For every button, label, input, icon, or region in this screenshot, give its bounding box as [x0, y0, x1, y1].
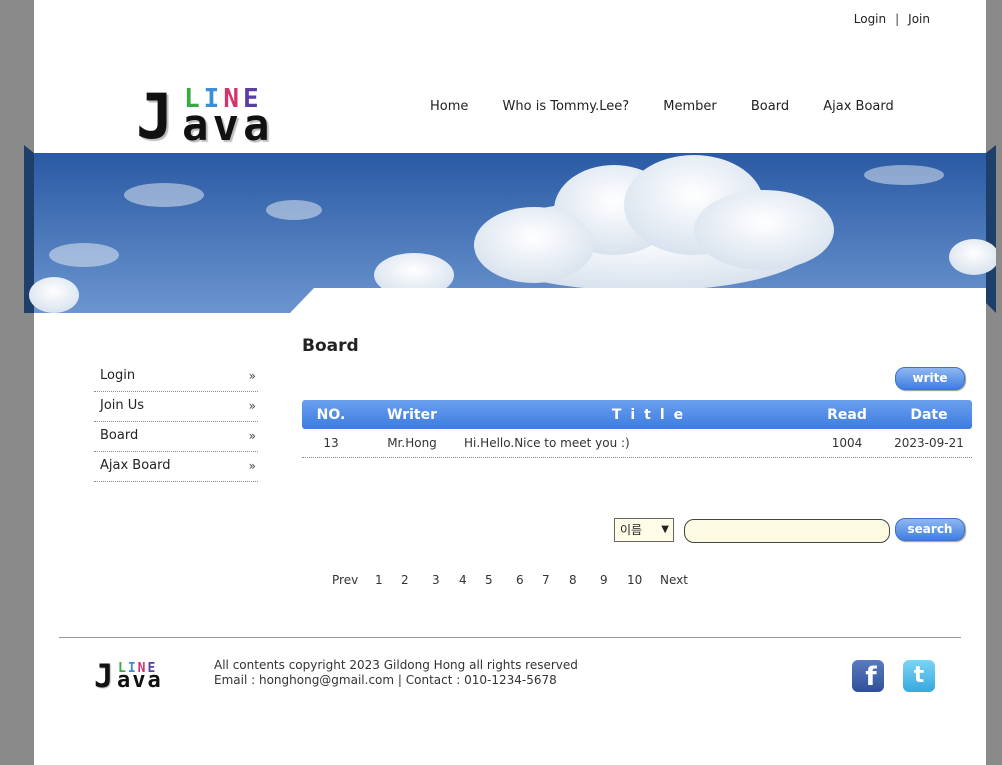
page-link[interactable]: 8: [569, 573, 577, 587]
sidebar-item-login[interactable]: Login »: [94, 362, 258, 392]
page-title: Board: [302, 336, 359, 356]
double-chevron-right-icon: »: [248, 399, 256, 413]
main-nav: Home Who is Tommy.Lee? Member Board Ajax…: [430, 99, 924, 114]
sidebar-item-ajax-board[interactable]: Ajax Board »: [94, 452, 258, 482]
sidebar-item-label: Login: [100, 368, 136, 383]
double-chevron-right-icon: »: [248, 369, 256, 383]
page-link[interactable]: 10: [627, 573, 642, 587]
page-link[interactable]: 7: [542, 573, 550, 587]
copyright-text: All contents copyright 2023 Gildong Hong…: [214, 658, 578, 672]
column-header-writer: Writer: [387, 407, 437, 423]
nav-ajax-board[interactable]: Ajax Board: [823, 99, 894, 114]
nav-member[interactable]: Member: [663, 99, 716, 114]
page-link[interactable]: 1: [375, 573, 383, 587]
page-link[interactable]: 3: [432, 573, 440, 587]
page: Login | Join J LINE ava Home Who is Tommy.…: [24, 0, 996, 765]
sidebar-item-label: Join Us: [100, 398, 145, 413]
cell-read: 1004: [831, 436, 863, 450]
board-table: NO. Writer Title Read Date 13 Mr.Hong Hi…: [302, 400, 972, 458]
cell-date: 2023-09-21: [894, 436, 964, 450]
nav-board[interactable]: Board: [751, 99, 789, 114]
sidebar-item-label: Ajax Board: [100, 458, 171, 473]
table-header: NO. Writer Title Read Date: [302, 400, 972, 429]
search-field-select-value: 이름: [620, 523, 643, 537]
cell-no: 13: [323, 436, 339, 450]
facebook-glyph: f: [865, 662, 877, 692]
write-button[interactable]: write: [895, 367, 965, 390]
cell-title-link[interactable]: Hi.Hello.Nice to meet you :): [462, 429, 844, 457]
cell-writer: Mr.Hong: [387, 436, 437, 450]
sidebar: Login » Join Us » Board » Ajax Board »: [94, 362, 258, 482]
sidebar-item-label: Board: [100, 428, 139, 443]
search-button[interactable]: search: [895, 518, 965, 541]
table-row[interactable]: 13 Mr.Hong Hi.Hello.Nice to meet you :) …: [302, 429, 972, 458]
chevron-down-icon: ▼: [661, 524, 669, 535]
sky-banner: [24, 145, 996, 313]
login-link[interactable]: Login: [854, 12, 886, 26]
page-link[interactable]: 6: [516, 573, 524, 587]
search-input[interactable]: [684, 519, 890, 543]
top-links-separator: |: [895, 12, 900, 26]
twitter-glyph: t: [913, 663, 925, 688]
nav-home[interactable]: Home: [430, 99, 468, 114]
facebook-icon[interactable]: f: [852, 660, 884, 692]
double-chevron-right-icon: »: [248, 459, 256, 473]
page-link[interactable]: 5: [485, 573, 493, 587]
page-link[interactable]: 4: [459, 573, 467, 587]
twitter-icon[interactable]: t: [903, 660, 935, 692]
footer-info: All contents copyright 2023 Gildong Hong…: [214, 658, 578, 688]
column-header-read: Read: [827, 407, 867, 423]
column-header-no: NO.: [316, 407, 346, 423]
page-link[interactable]: 9: [600, 573, 608, 587]
sidebar-item-board[interactable]: Board »: [94, 422, 258, 452]
page-link[interactable]: 2: [401, 573, 409, 587]
logo-j: J: [136, 80, 174, 153]
sky-banner-image: [24, 145, 996, 313]
footer-divider: [59, 637, 961, 638]
footer-logo: J LINE ava: [94, 660, 174, 694]
logo-j: J: [94, 657, 114, 695]
column-header-title: Title: [611, 407, 693, 423]
page-next-link[interactable]: Next: [660, 573, 688, 587]
sidebar-item-join-us[interactable]: Join Us »: [94, 392, 258, 422]
double-chevron-right-icon: »: [248, 429, 256, 443]
page-prev-link[interactable]: Prev: [332, 573, 358, 587]
search-field-select[interactable]: 이름 ▼: [614, 518, 674, 542]
site-logo[interactable]: J LINE ava: [136, 84, 296, 148]
top-links: Login | Join: [854, 12, 930, 26]
contact-text: Email : honghong@gmail.com | Contact : 0…: [214, 673, 557, 687]
logo-ava: ava: [182, 100, 274, 151]
logo-ava: ava: [117, 668, 163, 693]
join-link[interactable]: Join: [908, 12, 930, 26]
column-header-date: Date: [910, 407, 948, 423]
nav-who-is-tommy[interactable]: Who is Tommy.Lee?: [503, 99, 630, 114]
